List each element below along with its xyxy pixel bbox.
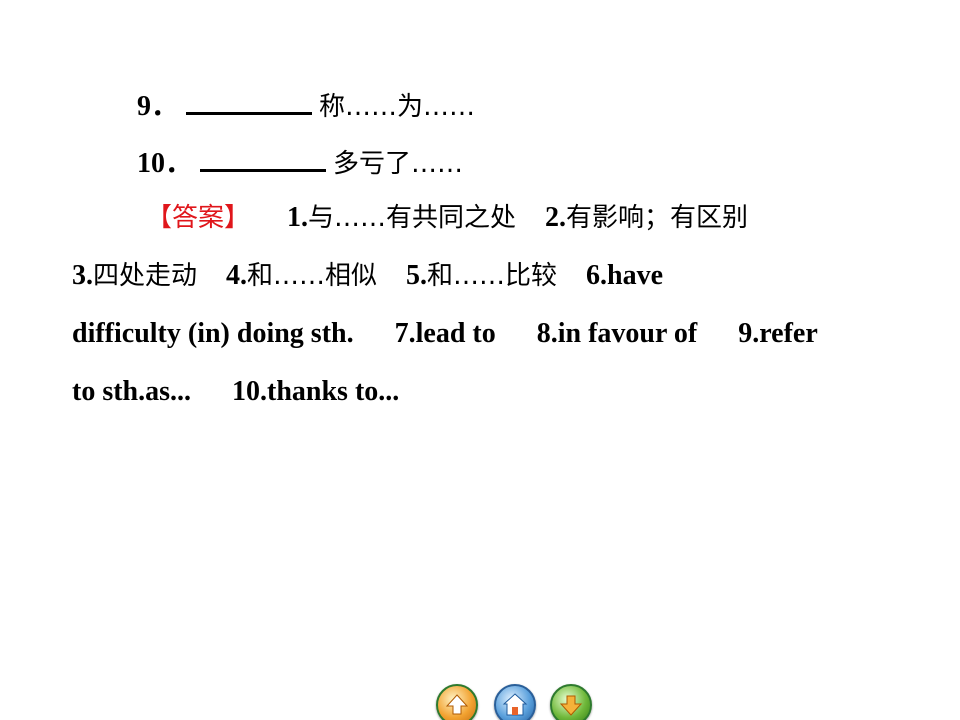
answer-9-continued: to sth.as... (72, 376, 192, 407)
question-9-number: 9． (137, 91, 180, 122)
answer-10: 10.thanks to... (232, 376, 400, 407)
answer-blank-10 (200, 143, 327, 172)
answer-line-3: difficulty (in) doing sth. 7.lead to 8.i… (72, 317, 818, 351)
answer-6: 6.have (586, 260, 664, 291)
answer-1-text: 与……有共同之处 (308, 203, 517, 233)
question-10-number: 10． (137, 148, 194, 179)
answer-9: 9.refer (738, 318, 818, 349)
answer-6-continued: difficulty (in) doing sth. (72, 318, 354, 349)
answer-8: 8.in favour of (536, 318, 698, 349)
answer-blank-9 (186, 86, 313, 115)
answer-line-1: 【答案】 1.与……有共同之处 2.有影响；有区别 (146, 201, 748, 235)
answer-5-number: 5. (406, 260, 428, 291)
next-slide-button[interactable] (550, 684, 592, 720)
answer-2-number: 2. (545, 202, 567, 233)
question-9: 9． 称……为…… (137, 86, 475, 124)
question-10: 10． 多亏了…… (137, 143, 463, 181)
home-button[interactable] (494, 684, 536, 720)
answer-3-text: 四处走动 (93, 261, 198, 291)
question-9-meaning: 称……为…… (319, 92, 476, 122)
answer-3-number: 3. (72, 260, 93, 291)
answer-label: 【答案】 (146, 203, 251, 233)
answer-4-text: 和……相似 (247, 261, 378, 291)
arrow-up-icon (445, 694, 469, 715)
question-10-meaning: 多亏了…… (333, 149, 464, 179)
answer-1-number: 1. (287, 202, 309, 233)
home-icon (502, 693, 528, 716)
answer-7: 7.lead to (394, 318, 496, 349)
answer-2-text: 有影响；有区别 (566, 203, 749, 233)
prev-slide-button[interactable] (436, 684, 478, 720)
arrow-down-icon (559, 695, 583, 716)
answer-5-text: 和……比较 (427, 261, 558, 291)
answer-line-2: 3.四处走动 4.和……相似 5.和……比较 6.have (72, 259, 663, 293)
answer-line-4: to sth.as... 10.thanks to... (72, 375, 399, 409)
answer-4-number: 4. (226, 260, 248, 291)
